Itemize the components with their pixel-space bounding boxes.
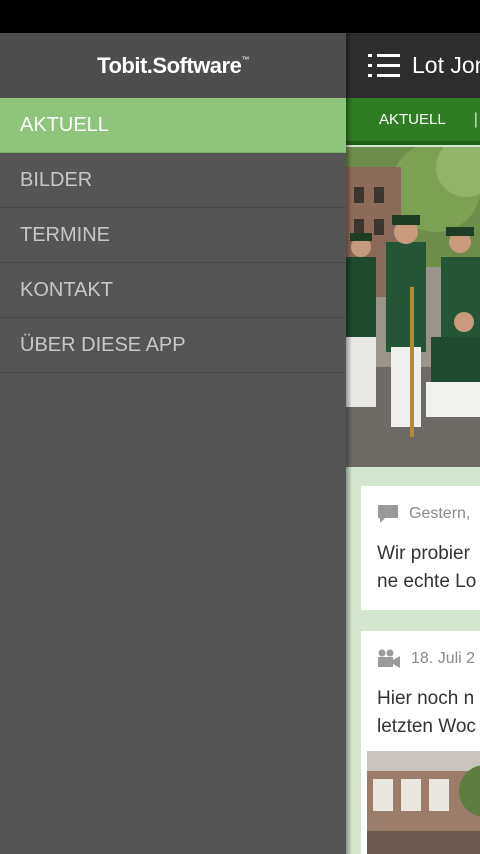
nav-item-label: BILDER [20, 168, 93, 191]
app-title: Lot Jon [412, 52, 480, 78]
hamburger-menu-icon[interactable] [368, 53, 400, 78]
nav-item-label: KONTAKT [20, 278, 113, 301]
main-content: Lot Jon AKTUELL | Gestern, Wir probier n… [346, 33, 480, 854]
card-text: Hier noch n letzten Woc [377, 688, 476, 737]
news-card[interactable]: 18. Juli 2 Hier noch n letzten Woc [361, 631, 480, 854]
app-bar: Lot Jon [346, 33, 480, 98]
comment-icon [378, 505, 398, 523]
screen: Lot Jon AKTUELL | Gestern, Wir probier n… [0, 0, 480, 854]
drawer-header: Tobit.Software™ [0, 33, 346, 98]
drawer-shadow [346, 33, 352, 854]
brand-logo: Tobit.Software™ [97, 52, 249, 78]
nav-item-bilder[interactable]: BILDER [0, 153, 346, 208]
card-image [367, 751, 480, 854]
nav-item-ueber-diese-app[interactable]: ÜBER DIESE APP [0, 318, 346, 373]
nav-item-kontakt[interactable]: KONTAKT [0, 263, 346, 318]
news-card[interactable]: Gestern, Wir probier ne echte Lo [361, 486, 480, 610]
nav-item-label: AKTUELL [20, 113, 109, 136]
card-meta: 18. Juli 2 [361, 631, 480, 669]
nav-item-aktuell[interactable]: AKTUELL [0, 98, 346, 153]
navigation-drawer: Tobit.Software™ AKTUELL BILDER TERMINE K… [0, 33, 346, 854]
nav-item-label: TERMINE [20, 223, 110, 246]
tab-separator: | [473, 110, 478, 128]
tab-aktuell[interactable]: AKTUELL [346, 111, 446, 128]
tab-bar: AKTUELL | [346, 98, 480, 145]
nav-item-termine[interactable]: TERMINE [0, 208, 346, 263]
card-date: Gestern, [409, 505, 471, 522]
card-date: 18. Juli 2 [411, 650, 476, 667]
nav-item-label: ÜBER DIESE APP [20, 333, 186, 356]
video-camera-icon [378, 649, 400, 668]
group-photo[interactable] [346, 147, 480, 467]
card-meta: Gestern, [361, 486, 480, 524]
status-bar [0, 0, 480, 33]
card-text: Wir probier ne echte Lo [377, 543, 477, 592]
